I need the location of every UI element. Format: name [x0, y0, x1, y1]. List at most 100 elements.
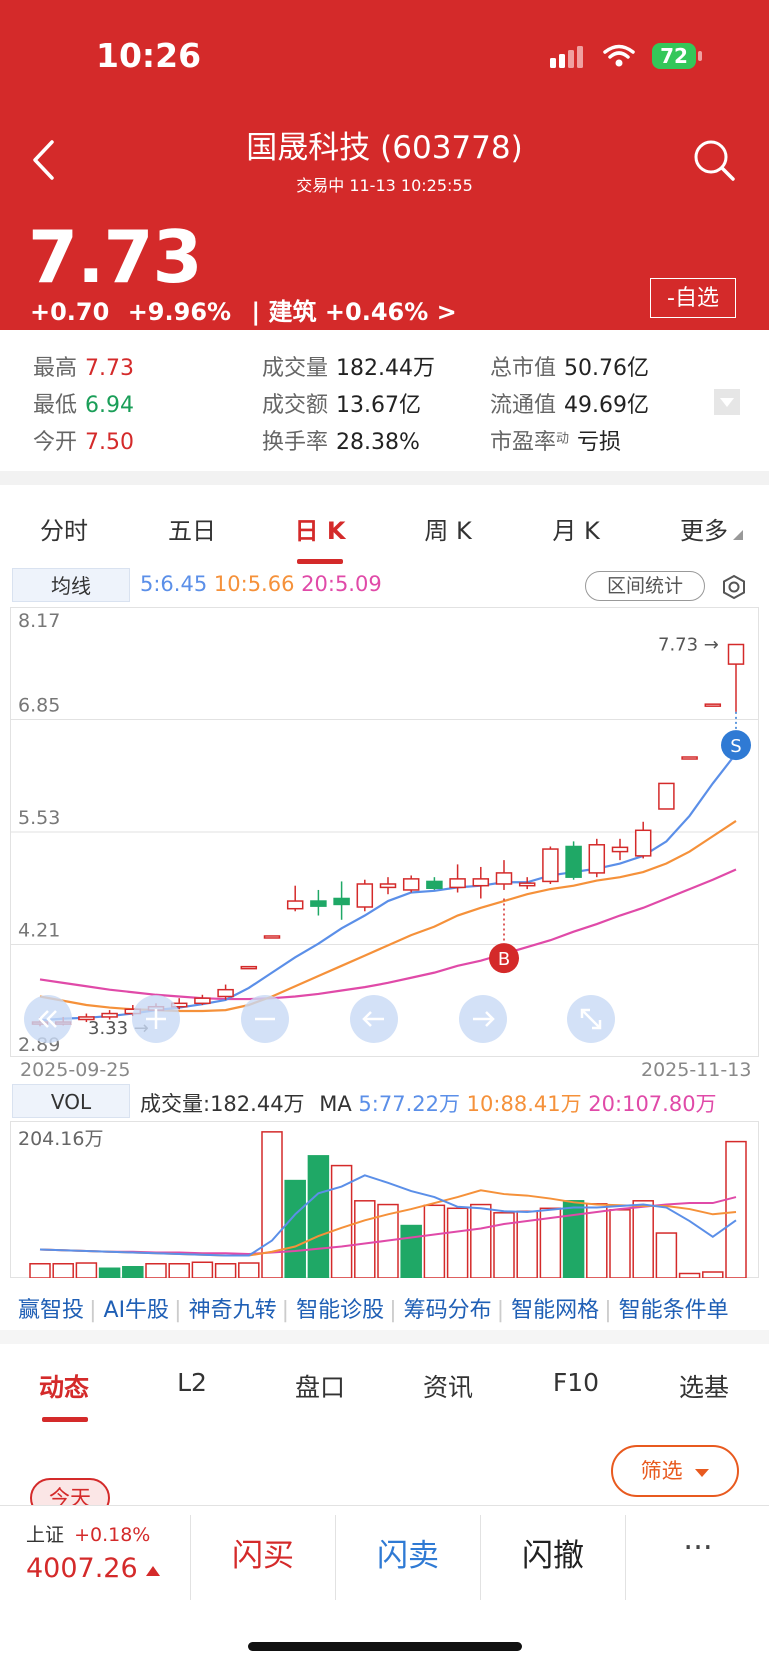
- zoom-in-button[interactable]: [132, 995, 180, 1043]
- index-change-line: 上证 +0.18%: [26, 1520, 150, 1547]
- tab-order-book[interactable]: 盘口: [260, 1368, 380, 1404]
- tool-separator: |: [604, 1298, 619, 1323]
- volume-bar: [168, 1263, 190, 1278]
- signal-icon: [550, 46, 583, 68]
- expand-stats-button[interactable]: [714, 389, 740, 415]
- tool-chip-distribution[interactable]: 筹码分布: [404, 1298, 492, 1323]
- tab-daily-k[interactable]: 日 K: [260, 511, 380, 546]
- stat-float-cap: 流通值 49.69亿: [490, 387, 649, 419]
- index-value-line[interactable]: 4007.26: [26, 1553, 161, 1584]
- tab-intraday[interactable]: 分时: [4, 511, 124, 546]
- more-actions-button[interactable]: ···: [627, 1530, 769, 1566]
- vol-ma20: 20:107.80万: [588, 1092, 717, 1116]
- candle-body: [402, 878, 420, 891]
- volume-bar: [75, 1262, 98, 1278]
- stock-header: 10:26 72 国晟科技 (603778) 交易中 11-13 10:25:5…: [0, 0, 769, 330]
- filter-button[interactable]: 筛选: [611, 1445, 739, 1497]
- tab-more[interactable]: 更多: [644, 511, 764, 546]
- candle-body: [379, 883, 397, 889]
- settings-icon[interactable]: [721, 574, 747, 600]
- price-change-line: +0.70 +9.96% | 建筑 +0.46% >: [30, 292, 457, 327]
- tab-five-day[interactable]: 五日: [132, 511, 252, 546]
- volume-bar: [52, 1263, 74, 1278]
- volume-bar: [261, 1131, 283, 1278]
- bar-separator: [480, 1515, 481, 1600]
- volume-chart[interactable]: [10, 1121, 759, 1278]
- candle-body: [101, 1012, 118, 1018]
- section-divider: [0, 471, 769, 485]
- volume-bar: [284, 1179, 306, 1278]
- tab-l2[interactable]: L2: [132, 1368, 252, 1397]
- candle-body: [240, 965, 258, 970]
- active-tab-indicator: [42, 1417, 88, 1422]
- volume-bar: [632, 1200, 654, 1278]
- flash-buy-button[interactable]: 闪买: [192, 1530, 334, 1575]
- zoom-out-button[interactable]: [24, 995, 72, 1043]
- stat-value: 6.94: [85, 393, 134, 418]
- candle-body: [518, 882, 536, 887]
- stat-amount: 成交额 13.67亿: [262, 387, 421, 419]
- tab-weekly-k[interactable]: 周 K: [388, 511, 508, 546]
- candle-body: [542, 848, 559, 883]
- tab-funds[interactable]: 选基: [644, 1368, 764, 1404]
- volume-bar: [702, 1271, 724, 1278]
- tab-f10[interactable]: F10: [516, 1368, 636, 1397]
- tab-dynamics[interactable]: 动态: [4, 1368, 124, 1404]
- section-divider: [0, 1330, 769, 1344]
- vol-selector[interactable]: VOL: [12, 1084, 130, 1118]
- bar-separator: [625, 1515, 626, 1600]
- search-icon[interactable]: [692, 138, 736, 182]
- tool-diagnosis[interactable]: 智能诊股: [296, 1298, 384, 1323]
- stat-value: 7.73: [85, 356, 134, 381]
- interval-stats-button[interactable]: 区间统计: [585, 571, 705, 601]
- ma10-value: 10:5.66: [213, 572, 295, 596]
- tab-news[interactable]: 资讯: [388, 1368, 508, 1404]
- vol-values: 成交量:182.44万 MA 5:77.22万 10:88.41万 20:107…: [140, 1088, 717, 1118]
- chevron-down-icon: [720, 398, 734, 407]
- sector-link[interactable]: | 建筑 +0.46% >: [251, 298, 456, 326]
- candle-body: [611, 846, 629, 853]
- price-change-pct: +9.96%: [127, 298, 232, 326]
- tool-separator: |: [281, 1298, 297, 1323]
- stat-value: 50.76亿: [564, 356, 649, 381]
- wifi-icon: [603, 44, 635, 67]
- plus-icon: [146, 1009, 166, 1029]
- flash-sell-button[interactable]: 闪卖: [337, 1530, 479, 1575]
- ma-selector[interactable]: 均线: [12, 568, 130, 602]
- sell-marker-label: S: [730, 736, 741, 757]
- stat-value: 28.38%: [336, 430, 420, 455]
- stat-label: 最高: [33, 356, 78, 381]
- battery-icon: 72: [652, 43, 696, 69]
- fullscreen-button[interactable]: [567, 995, 615, 1043]
- stat-label: 总市值: [490, 356, 557, 381]
- tool-conditional-order[interactable]: 智能条件单: [619, 1298, 729, 1323]
- tab-monthly-k[interactable]: 月 K: [516, 511, 636, 546]
- y-tick-label: 4.21: [18, 920, 60, 942]
- minus-icon: [255, 1017, 275, 1021]
- flash-cancel-button[interactable]: 闪撤: [482, 1530, 624, 1575]
- tool-separator: |: [89, 1298, 104, 1323]
- trading-status: 交易中 11-13 10:25:55: [296, 176, 473, 195]
- volume-bar: [400, 1224, 422, 1278]
- candlestick-chart[interactable]: 8.176.855.534.212.89 7.73 →3.33 →BS: [10, 607, 759, 1057]
- tool-ai-stock[interactable]: AI牛股: [104, 1298, 170, 1323]
- minus-button[interactable]: [241, 995, 289, 1043]
- candle-body: [658, 782, 675, 810]
- candle-body: [356, 883, 374, 908]
- x-start-label: 2025-09-25: [20, 1059, 131, 1081]
- stat-label: 流通值: [490, 393, 557, 418]
- volume-bar: [678, 1272, 701, 1278]
- scroll-left-button[interactable]: [350, 995, 398, 1043]
- volume-bar: [423, 1204, 446, 1278]
- tool-ying-zhitou[interactable]: 赢智投: [18, 1298, 84, 1323]
- scroll-right-button[interactable]: [459, 995, 507, 1043]
- stat-low: 最低 6.94: [33, 387, 134, 419]
- volume-bar: [470, 1203, 492, 1278]
- candle-body: [217, 988, 234, 998]
- tool-nine-turn[interactable]: 神奇九转: [189, 1298, 277, 1323]
- battery-tip: [698, 51, 702, 61]
- tool-smart-grid[interactable]: 智能网格: [511, 1298, 599, 1323]
- remove-favorite-button[interactable]: -自选: [650, 278, 736, 318]
- index-name: 上证: [26, 1524, 65, 1546]
- candle-body: [472, 878, 490, 887]
